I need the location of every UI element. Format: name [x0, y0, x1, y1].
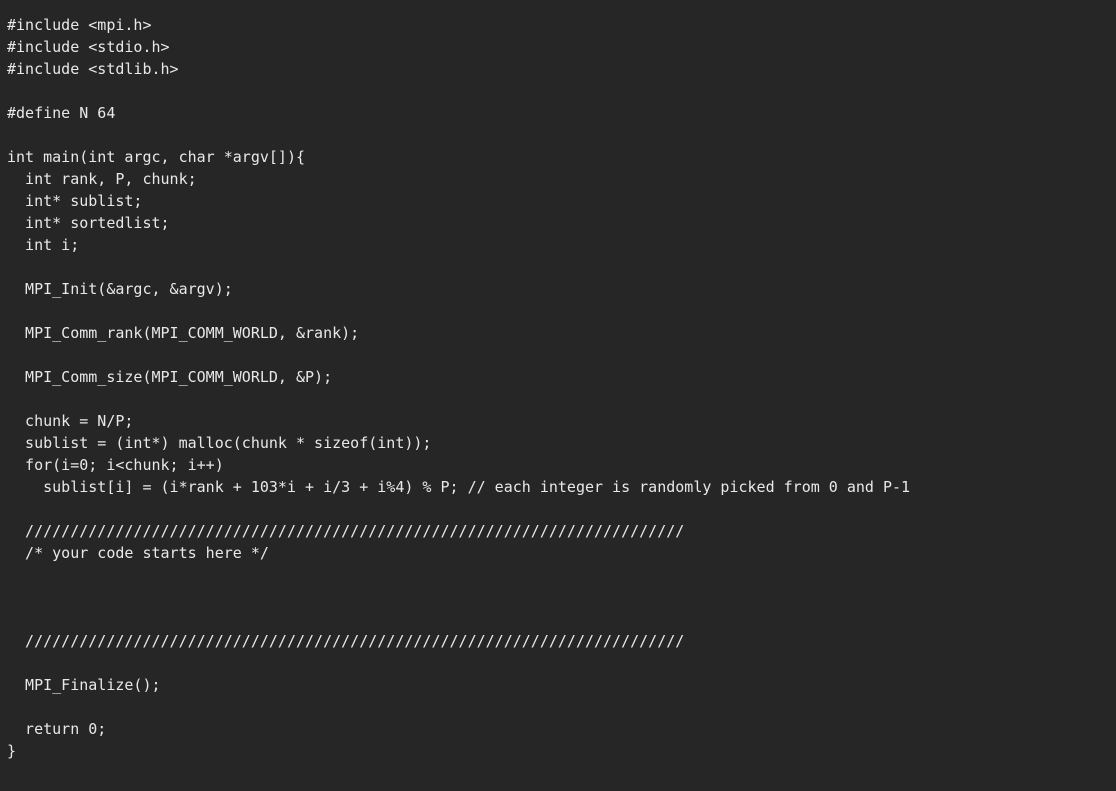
code-line: chunk = N/P; [7, 412, 134, 430]
code-line: int* sortedlist; [7, 214, 170, 232]
code-line: } [7, 742, 17, 760]
code-line: #include <stdio.h> [7, 38, 170, 56]
code-editor-surface[interactable]: #include <mpi.h> #include <stdio.h> #inclu… [0, 0, 1116, 791]
code-line: int i; [7, 236, 80, 254]
code-line: #include <mpi.h> [7, 16, 152, 34]
code-line: MPI_Comm_rank(MPI_COMM_WORLD, &rank); [7, 324, 360, 342]
code-line: for(i=0; i<chunk; i++) [7, 456, 224, 474]
code-line: sublist = (int*) malloc(chunk * sizeof(i… [7, 434, 432, 452]
code-line: ////////////////////////////////////////… [7, 522, 685, 540]
code-line: ////////////////////////////////////////… [7, 632, 685, 650]
code-line: return 0; [7, 720, 107, 738]
code-line: int main(int argc, char *argv[]){ [7, 148, 306, 166]
code-line: MPI_Comm_size(MPI_COMM_WORLD, &P); [7, 368, 333, 386]
source-code-content: #include <mpi.h> #include <stdio.h> #inclu… [7, 14, 1116, 762]
code-line: MPI_Finalize(); [7, 676, 161, 694]
code-line: int* sublist; [7, 192, 143, 210]
code-line: sublist[i] = (i*rank + 103*i + i/3 + i%4… [7, 478, 911, 496]
code-line: /* your code starts here */ [7, 544, 269, 562]
code-line: #define N 64 [7, 104, 116, 122]
code-line: MPI_Init(&argc, &argv); [7, 280, 233, 298]
code-line: #include <stdlib.h> [7, 60, 179, 78]
source-code-block[interactable]: #include <mpi.h> #include <stdio.h> #inclu… [7, 14, 1116, 762]
code-line: int rank, P, chunk; [7, 170, 197, 188]
